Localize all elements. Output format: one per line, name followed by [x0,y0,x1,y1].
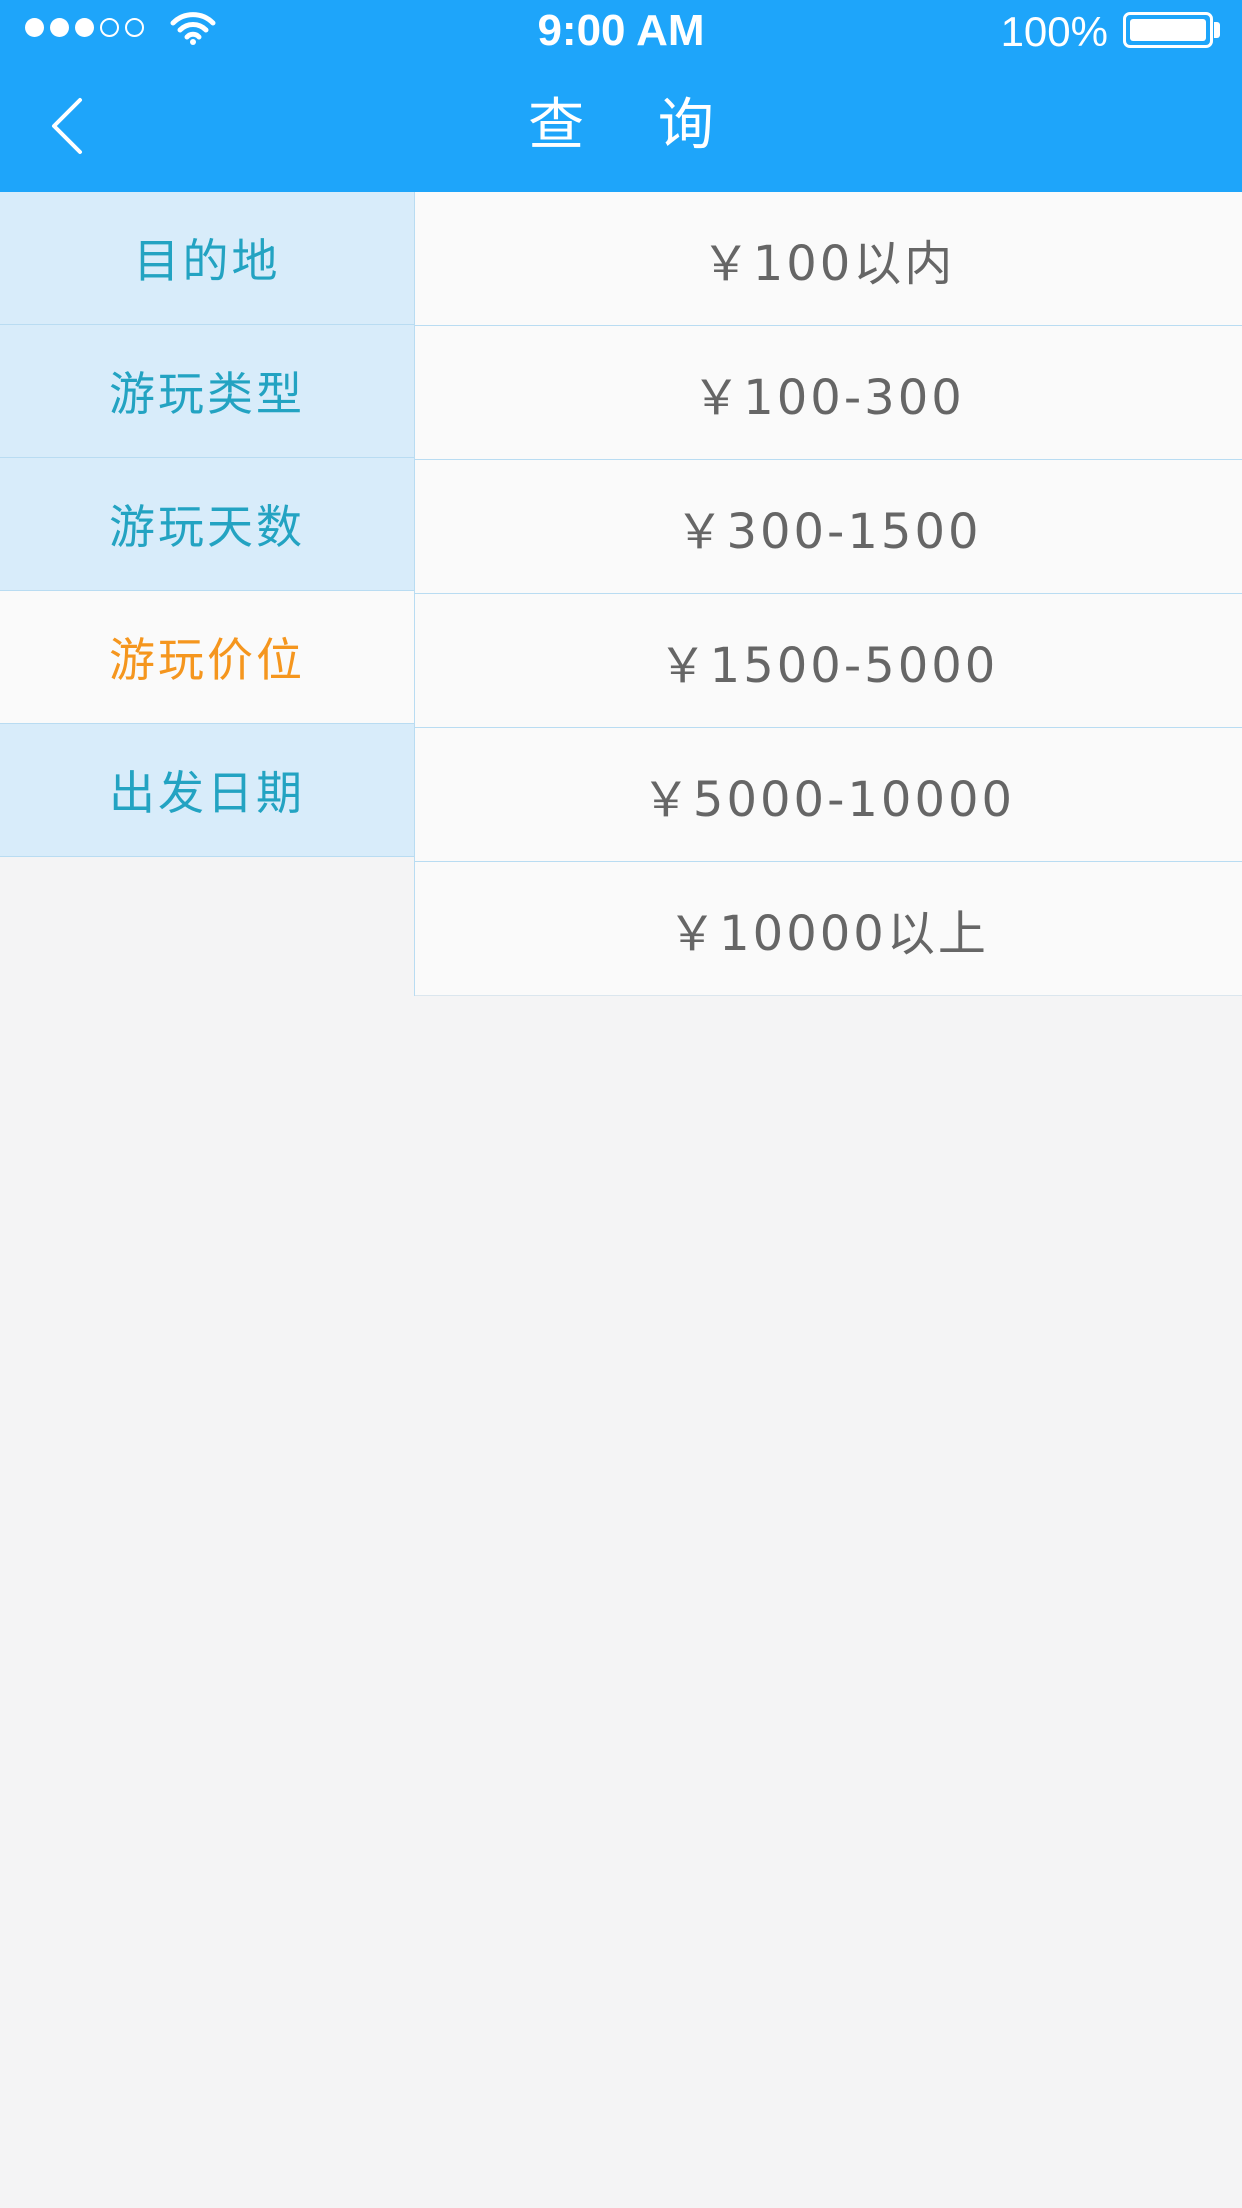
category-destination[interactable]: 目的地 [0,192,414,325]
price-option-list: ￥100以内 ￥100-300 ￥300-1500 ￥1500-5000 ￥50… [414,192,1242,996]
filter-category-list: 目的地 游玩类型 游玩天数 游玩价位 出发日期 [0,192,414,857]
category-trip-type[interactable]: 游玩类型 [0,325,414,458]
price-option[interactable]: ￥1500-5000 [415,594,1242,728]
battery-tip [1214,22,1220,38]
category-price-range[interactable]: 游玩价位 [0,591,414,724]
app-header: 9:00 AM 100% 查 询 [0,0,1242,192]
page-title: 查 询 [528,93,742,158]
category-trip-days[interactable]: 游玩天数 [0,458,414,591]
price-option[interactable]: ￥100-300 [415,326,1242,460]
battery-icon [1123,12,1213,48]
battery-level [1130,19,1206,41]
price-option[interactable]: ￥300-1500 [415,460,1242,594]
price-option[interactable]: ￥10000以上 [415,862,1242,996]
price-option[interactable]: ￥5000-10000 [415,728,1242,862]
battery-percentage: 100% [1000,8,1108,55]
price-option[interactable]: ￥100以内 [415,192,1242,326]
status-bar: 9:00 AM 100% [0,0,1242,60]
category-departure-date[interactable]: 出发日期 [0,724,414,857]
